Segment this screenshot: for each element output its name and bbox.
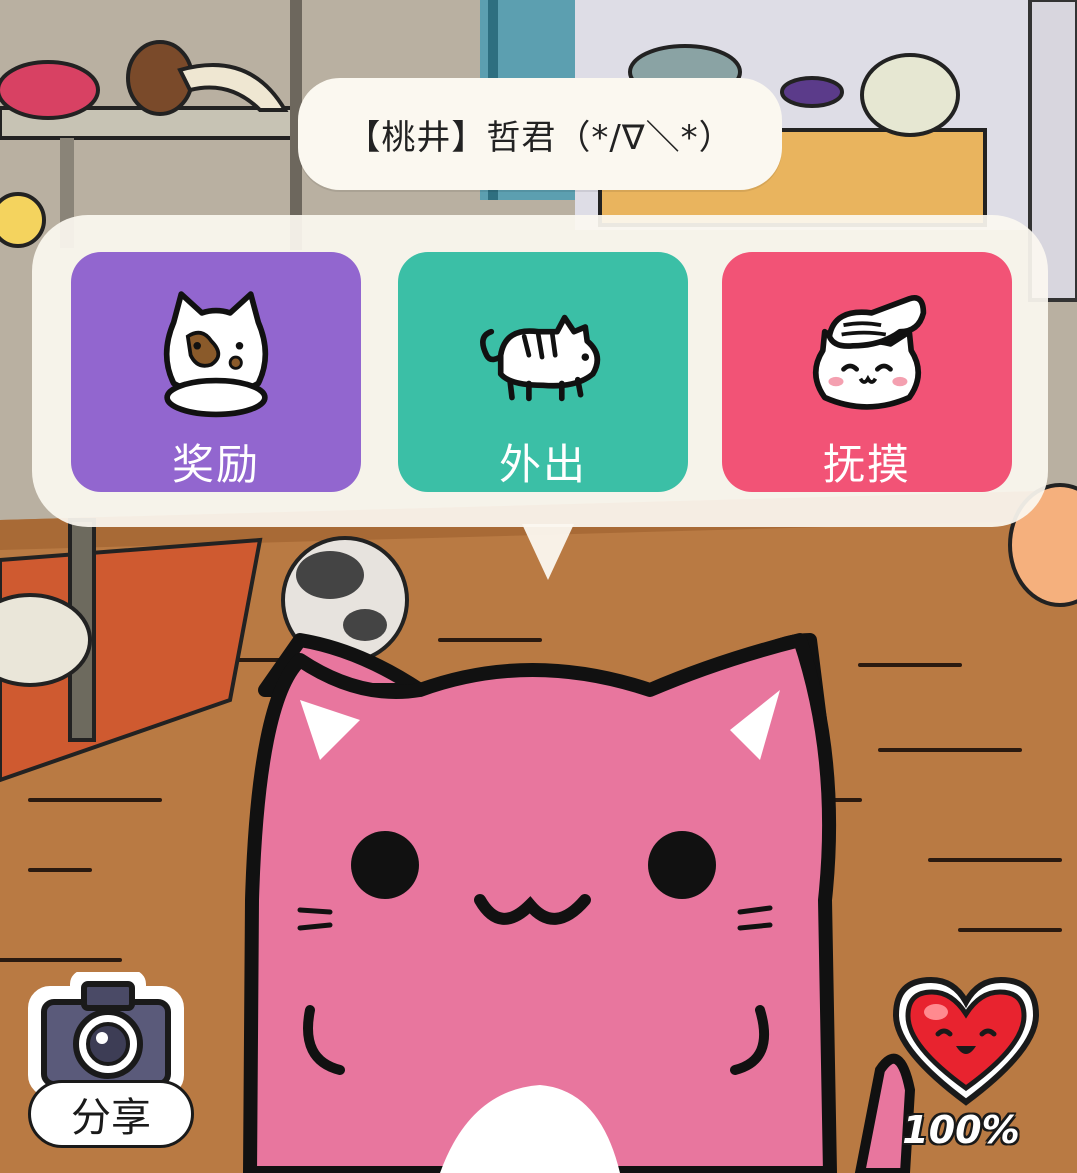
petting-hand-cat-icon [812, 295, 927, 410]
affection-meter: 100% [886, 970, 1056, 1160]
smiling-heart-icon [892, 976, 1040, 1106]
outing-button[interactable]: 外出 [398, 252, 688, 492]
walking-cat-icon [480, 314, 601, 402]
menu-pointer [522, 524, 574, 580]
cat-name-bubble: 【桃井】哲君（*/∇＼*） [298, 78, 782, 190]
camera-icon [28, 972, 184, 1092]
share-button[interactable]: 分享 [28, 972, 194, 1152]
fed-cat-icon [163, 291, 269, 418]
pet-button[interactable]: 抚摸 [722, 252, 1012, 492]
reward-label: 奖励 [171, 440, 260, 489]
reward-button[interactable]: 奖励 [71, 252, 361, 492]
share-label: 分享 [71, 1095, 151, 1141]
share-label-pill: 分享 [28, 1080, 194, 1148]
cat-name-label: 【桃井】哲君（*/∇＼*） [346, 117, 734, 158]
pet-label: 抚摸 [822, 440, 911, 489]
outing-label: 外出 [498, 440, 587, 489]
affection-percent: 100% [901, 1107, 1020, 1153]
